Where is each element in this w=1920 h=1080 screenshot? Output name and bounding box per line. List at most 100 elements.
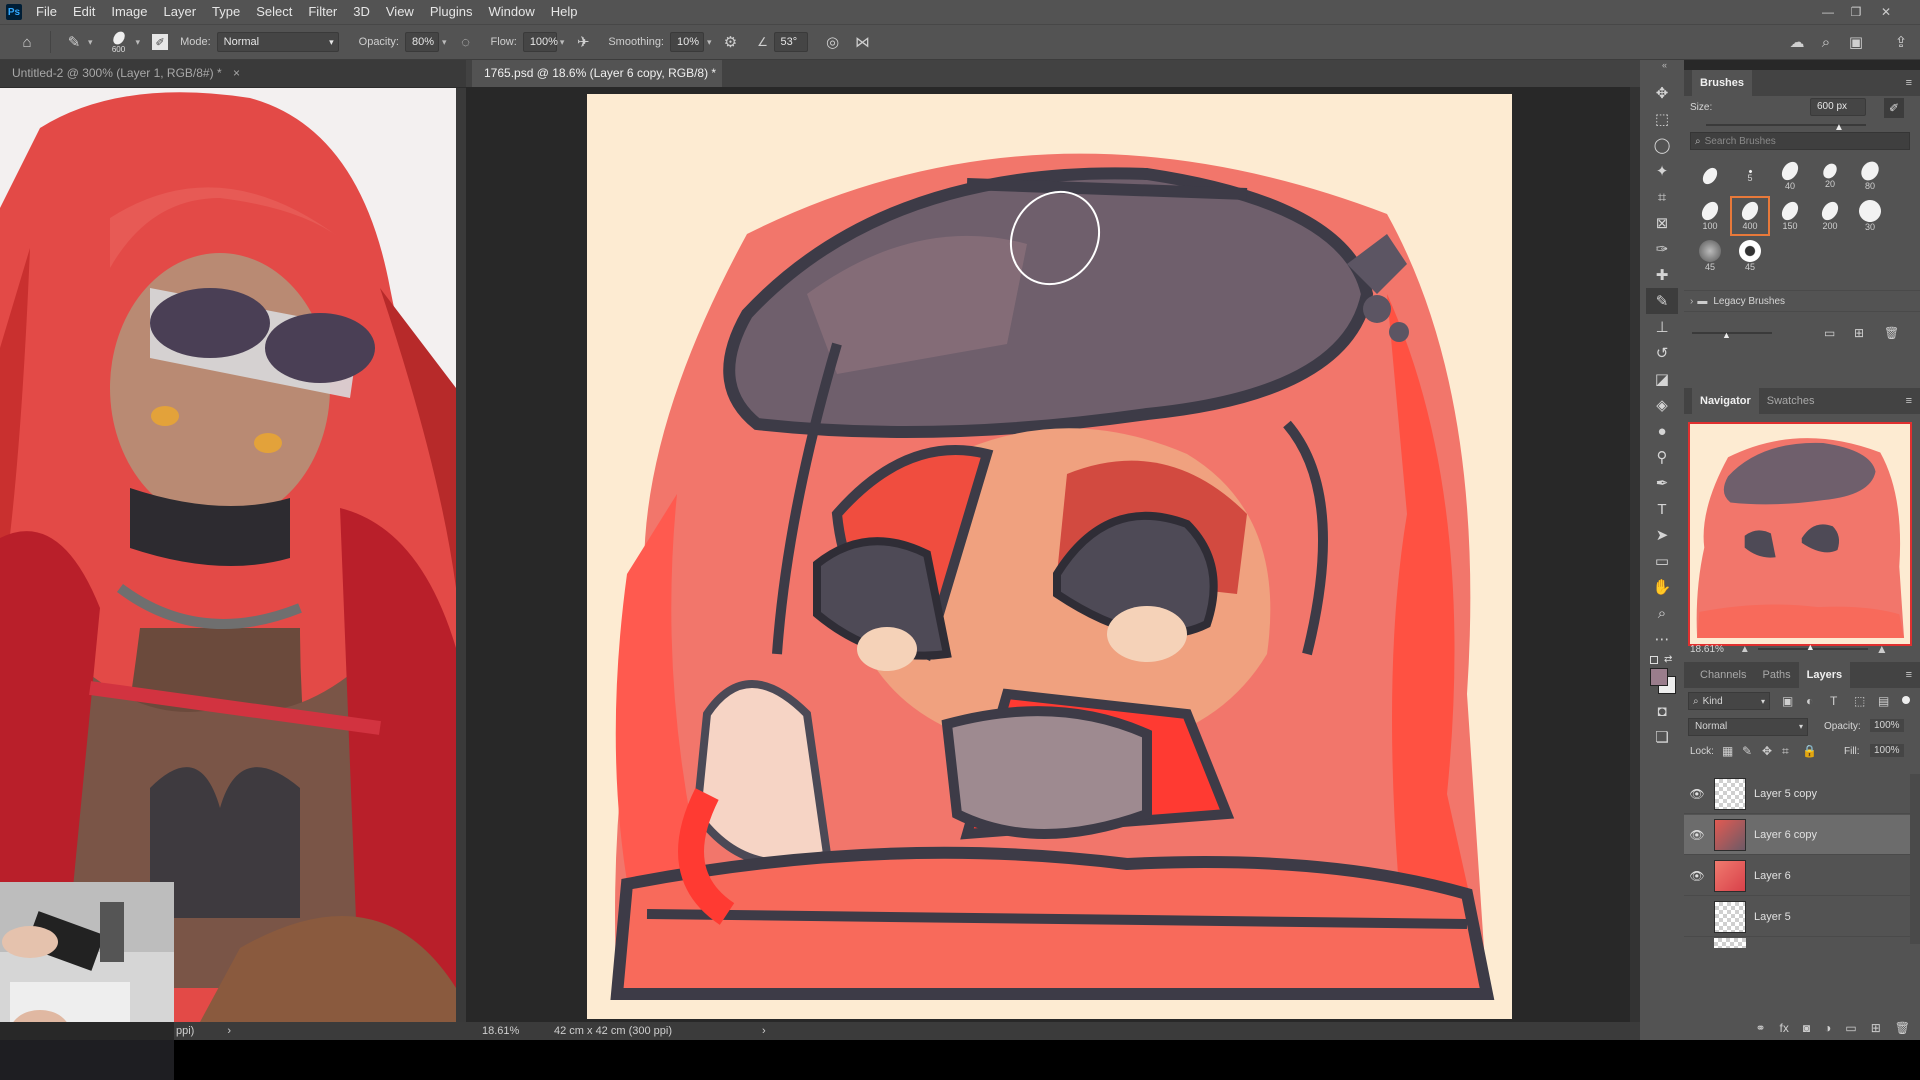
shape-tool-icon[interactable]: ▭ (1646, 548, 1678, 574)
brush-preset[interactable]: 45 (1690, 236, 1730, 276)
fill-field[interactable]: 100% (1870, 744, 1904, 757)
zoom-slider[interactable]: ▲ (1757, 642, 1868, 652)
foreground-color-swatch[interactable] (1650, 668, 1668, 686)
brush-preset[interactable]: 45 (1730, 236, 1770, 276)
lock-all-icon[interactable]: 🔒 (1802, 744, 1817, 758)
chevron-down-icon[interactable]: ▾ (136, 37, 141, 48)
tab-brushes[interactable]: Brushes (1692, 70, 1753, 96)
airbrush-icon[interactable]: ✈ (572, 33, 594, 51)
new-preset-icon[interactable]: ⊞ (1854, 326, 1864, 340)
new-group-icon[interactable]: ▭ (1845, 1021, 1856, 1035)
type-tool-icon[interactable]: T (1646, 496, 1678, 522)
left-doc-scrollbar[interactable] (456, 88, 466, 1022)
navigator-zoom-readout[interactable]: 18.61% (1690, 644, 1724, 655)
menu-image[interactable]: Image (103, 0, 155, 24)
filter-toggle-icon[interactable] (1902, 696, 1910, 704)
menu-select[interactable]: Select (248, 0, 300, 24)
blur-tool-icon[interactable]: ● (1646, 418, 1678, 444)
zoom-tool-icon[interactable]: ⌕ (1646, 600, 1678, 626)
workspace-icon[interactable]: ▣ (1845, 33, 1867, 51)
home-icon[interactable]: ⌂ (16, 34, 38, 51)
pen-tool-icon[interactable]: ✒ (1646, 470, 1678, 496)
swap-colors-icon[interactable]: ⇄ (1664, 654, 1672, 665)
magic-wand-icon[interactable]: ✦ (1646, 158, 1678, 184)
brush-preset[interactable]: 30 (1850, 195, 1890, 236)
marquee-tool-icon[interactable]: ⬚ (1646, 106, 1678, 132)
brush-preset[interactable]: 5 (1730, 156, 1770, 196)
brush-tool-icon[interactable]: ✎ (1646, 288, 1678, 314)
hand-tool-icon[interactable]: ✋ (1646, 574, 1678, 600)
layer-name[interactable]: Layer 6 copy (1754, 829, 1817, 841)
lock-pixels-icon[interactable]: ✎ (1742, 744, 1752, 758)
filter-adjustment-icon[interactable]: ◐ (1806, 694, 1813, 708)
eye-icon[interactable]: 👁 (1684, 828, 1710, 842)
cloud-docs-icon[interactable]: ☁ (1786, 33, 1808, 51)
navigator-preview[interactable] (1688, 422, 1912, 646)
flow-field[interactable]: 100% (522, 32, 558, 52)
layer-row[interactable]: 👁 Layer 6 (1684, 856, 1920, 896)
layer-name[interactable]: Layer 5 (1754, 911, 1791, 923)
minimize-icon[interactable]: — (1814, 0, 1842, 24)
photoshop-logo[interactable]: Ps (6, 4, 22, 20)
brush-preset[interactable] (1690, 156, 1730, 196)
more-tools-icon[interactable]: ⋯ (1646, 626, 1678, 652)
eyedropper-icon[interactable]: ✑ (1646, 236, 1678, 262)
chevron-down-icon[interactable]: ▾ (442, 37, 447, 48)
close-tab-icon[interactable]: × (233, 66, 240, 80)
lasso-tool-icon[interactable]: ◯ (1646, 132, 1678, 158)
tab-untitled-2[interactable]: Untitled-2 @ 300% (Layer 1, RGB/8#) * × (0, 60, 466, 87)
brush-preset[interactable]: 200 (1810, 196, 1850, 236)
filter-smart-object-icon[interactable]: ▤ (1878, 694, 1889, 708)
fx-icon[interactable]: fx (1780, 1021, 1789, 1035)
share-icon[interactable]: ⇪ (1890, 33, 1912, 51)
filter-shape-icon[interactable]: ⬚ (1854, 694, 1865, 708)
brush-preset-selected[interactable]: 400 (1730, 196, 1770, 236)
lock-transparency-icon[interactable]: ▦ (1722, 744, 1733, 758)
brush-group-legacy[interactable]: › ▬ Legacy Brushes (1684, 290, 1920, 312)
brush-preset[interactable]: 80 (1850, 156, 1890, 196)
default-colors-icon[interactable] (1650, 656, 1658, 664)
search-input[interactable]: Search Brushes (1705, 136, 1776, 147)
tab-navigator[interactable]: Navigator (1692, 388, 1759, 414)
layer-row-selected[interactable]: 👁 Layer 6 copy (1684, 815, 1920, 855)
new-group-icon[interactable]: ▭ (1824, 326, 1835, 340)
link-layers-icon[interactable]: ⚭ (1755, 1021, 1765, 1035)
layer-name[interactable]: Layer 5 copy (1754, 788, 1817, 800)
menu-edit[interactable]: Edit (65, 0, 103, 24)
history-brush-icon[interactable]: ↺ (1646, 340, 1678, 366)
pressure-opacity-icon[interactable]: ◌ (455, 34, 477, 51)
new-brush-icon[interactable]: ✐ (1884, 98, 1904, 118)
angle-field[interactable]: 53° (773, 32, 808, 52)
main-scrollbar[interactable] (1630, 87, 1640, 1022)
smoothing-field[interactable]: 10% (670, 32, 704, 52)
tab-layers[interactable]: Layers (1798, 662, 1851, 688)
eye-icon[interactable]: 👁 (1684, 787, 1710, 801)
layer-name[interactable]: Layer 6 (1754, 870, 1791, 882)
brush-preset[interactable]: 100 (1690, 196, 1730, 236)
layers-scrollbar[interactable] (1910, 774, 1920, 944)
layer-row[interactable]: 👁 Layer 5 (1684, 897, 1920, 937)
panel-menu-icon[interactable]: ≡ (1906, 669, 1912, 681)
gear-icon[interactable]: ⚙ (720, 33, 742, 51)
menu-window[interactable]: Window (480, 0, 542, 24)
eye-hidden-icon[interactable]: 👁 (1684, 910, 1710, 924)
brush-settings-icon[interactable]: ✐ (152, 34, 169, 50)
menu-file[interactable]: File (28, 0, 65, 24)
status-arrow-icon[interactable]: › (762, 1025, 766, 1037)
brush-tool-icon[interactable]: ✎ (63, 33, 85, 51)
menu-plugins[interactable]: Plugins (422, 0, 481, 24)
restore-icon[interactable]: ❐ (1842, 0, 1870, 24)
status-arrow-icon[interactable]: › (227, 1025, 231, 1037)
screen-mode-icon[interactable]: ❏ (1646, 724, 1678, 750)
zoom-in-icon[interactable]: ▲ (1876, 642, 1888, 656)
mode-select[interactable]: Normal ▾ (216, 32, 339, 52)
trash-icon[interactable]: 🗑 (1884, 326, 1899, 340)
eye-icon[interactable]: 👁 (1684, 869, 1710, 883)
add-mask-icon[interactable]: ◙ (1803, 1021, 1810, 1035)
preview-size-slider[interactable] (1692, 332, 1772, 334)
chevron-down-icon[interactable]: ▾ (560, 37, 565, 48)
reference-image[interactable] (0, 88, 456, 1022)
clone-stamp-icon[interactable]: ⊥ (1646, 314, 1678, 340)
symmetry-icon[interactable]: ⋈ (852, 33, 874, 51)
slider-thumb[interactable]: ▲ (1722, 330, 1731, 340)
